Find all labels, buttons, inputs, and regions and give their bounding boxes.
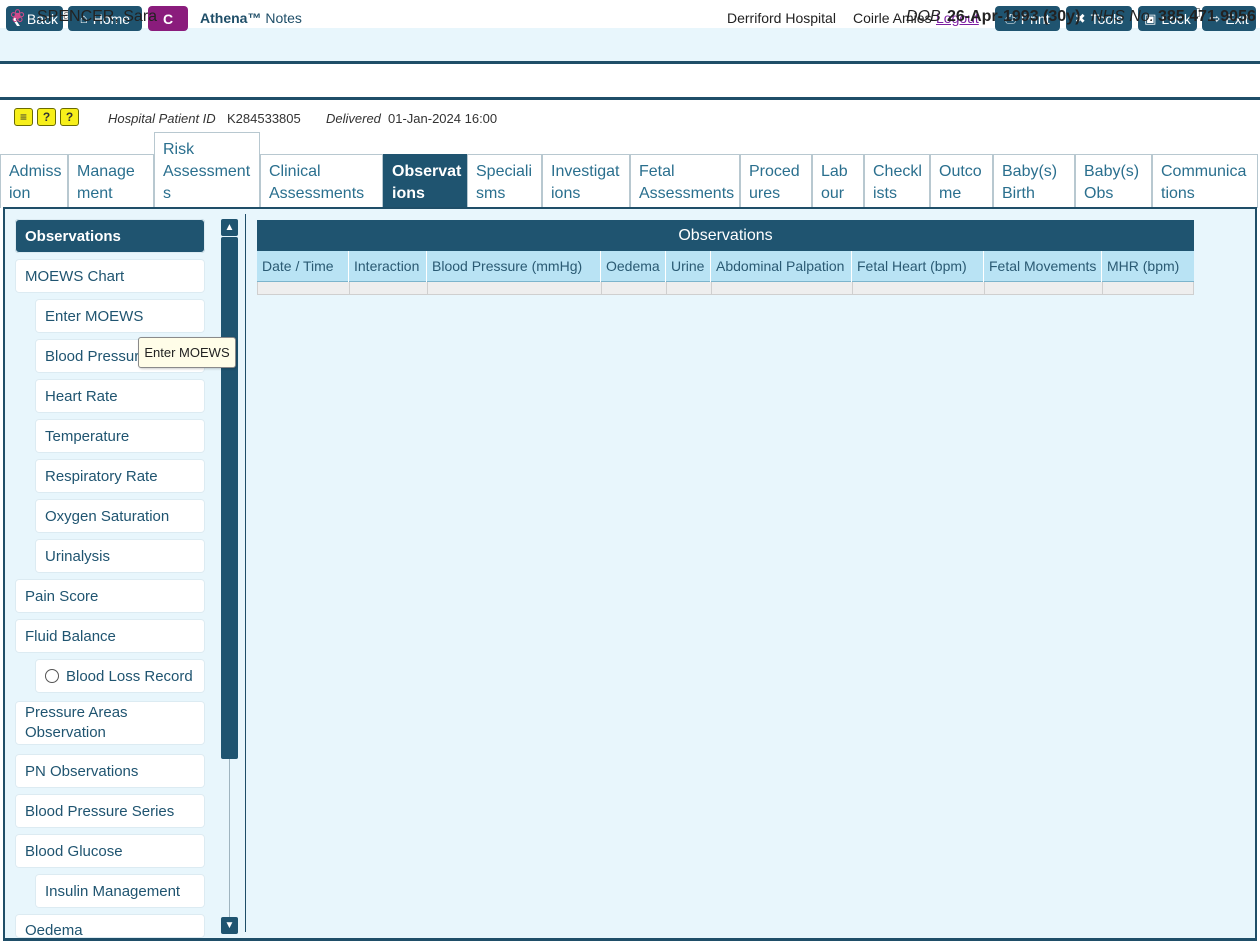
tab-clinical-assessments[interactable]: Clinical Assessments [260, 154, 383, 208]
sidebar-item-blood-loss-record[interactable]: Blood Loss Record [35, 659, 205, 693]
tab-fetal-assessments[interactable]: Fetal Assessments [630, 154, 740, 208]
patient-banner [0, 67, 1260, 100]
delivered-label: Delivered [326, 111, 381, 126]
table-row[interactable] [257, 282, 1194, 295]
sidebar-item-oxygen-saturation[interactable]: Oxygen Saturation [35, 499, 205, 533]
help-icon[interactable]: ? [60, 108, 79, 126]
column-header-interaction[interactable]: Interaction [349, 251, 427, 282]
table-cell [712, 282, 853, 294]
tab-babys-obs[interactable]: Baby(s) Obs [1075, 154, 1152, 208]
tab-outcome[interactable]: Outco me [930, 154, 993, 208]
observations-table-header: Date / Time Interaction Blood Pressure (… [257, 251, 1194, 282]
sidebar-item-oedema[interactable]: Oedema [15, 914, 205, 938]
observations-table-title: Observations [257, 220, 1194, 251]
sidebar-item-fluid-balance[interactable]: Fluid Balance [15, 619, 205, 653]
tooltip: Enter MOEWS [138, 337, 236, 368]
tab-communications[interactable]: Communica tions [1152, 154, 1258, 208]
flower-icon: ❀ [10, 6, 26, 26]
main-toolbar [0, 28, 1260, 64]
sidebar-item-temperature[interactable]: Temperature [35, 419, 205, 453]
tab-procedures[interactable]: Proced ures [740, 154, 812, 208]
tab-observations[interactable]: Observat ions [383, 154, 467, 208]
sidebar-item-heart-rate[interactable]: Heart Rate [35, 379, 205, 413]
table-cell [985, 282, 1103, 294]
sidebar-item-pn-observations[interactable]: PN Observations [15, 754, 205, 788]
column-header-fetal-movements[interactable]: Fetal Movements [984, 251, 1102, 282]
sidebar-item-respiratory-rate[interactable]: Respiratory Rate [35, 459, 205, 493]
sidebar-item-observations[interactable]: Observations [15, 219, 205, 253]
tab-specialisms[interactable]: Speciali sms [467, 154, 542, 208]
column-header-date-time[interactable]: Date / Time [257, 251, 349, 282]
hospital-id: K284533805 [227, 111, 301, 126]
table-cell [667, 282, 712, 294]
table-cell [853, 282, 985, 294]
sidebar-scrollbar-thumb[interactable] [221, 237, 238, 759]
column-header-mhr[interactable]: MHR (bpm) [1102, 251, 1194, 282]
tab-labour[interactable]: Lab our [812, 154, 864, 208]
sidebar-item-blood-glucose[interactable]: Blood Glucose [15, 834, 205, 868]
nhs-number: 385 471 9056 [1158, 8, 1256, 25]
column-header-urine[interactable]: Urine [666, 251, 711, 282]
scroll-down-icon[interactable]: ▼ [221, 917, 238, 934]
dob-value: 26-Apr-1993 (30y) [947, 8, 1081, 25]
sidebar-item-moews-chart[interactable]: MOEWS Chart [15, 259, 205, 293]
tab-checklists[interactable]: Checkl ists [864, 154, 930, 208]
table-cell [602, 282, 667, 294]
table-cell [258, 282, 350, 294]
sidebar-item-urinalysis[interactable]: Urinalysis [35, 539, 205, 573]
tab-investigations[interactable]: Investigat ions [542, 154, 630, 208]
table-cell [350, 282, 428, 294]
column-header-blood-pressure[interactable]: Blood Pressure (mmHg) [427, 251, 601, 282]
patient-name: SPENCER, Sara [37, 8, 158, 25]
help-icon[interactable]: ? [37, 108, 56, 126]
column-header-fetal-heart[interactable]: Fetal Heart (bpm) [852, 251, 984, 282]
tab-risk-assessments[interactable]: Risk Assessment s [154, 132, 260, 208]
alert-list-icon[interactable]: ≡ [14, 108, 33, 126]
hospital-name: Derriford Hospital [727, 10, 836, 26]
sidebar-item-insulin-management[interactable]: Insulin Management [35, 874, 205, 908]
dob-label: DOB [906, 8, 941, 25]
scroll-up-icon[interactable]: ▲ [221, 219, 238, 236]
table-cell [428, 282, 602, 294]
sidebar-item-blood-pressure-series[interactable]: Blood Pressure Series [15, 794, 205, 828]
column-header-oedema[interactable]: Oedema [601, 251, 666, 282]
panel-divider [245, 214, 246, 932]
tab-management[interactable]: Manage ment [68, 154, 154, 208]
column-header-abdominal-palpation[interactable]: Abdominal Palpation [711, 251, 852, 282]
radio-icon[interactable] [45, 669, 59, 683]
delivered-date: 01-Jan-2024 16:00 [388, 111, 498, 126]
hospital-id-label: Hospital Patient ID [108, 111, 216, 126]
tab-babys-birth[interactable]: Baby(s) Birth [993, 154, 1075, 208]
sidebar-item-pain-score[interactable]: Pain Score [15, 579, 205, 613]
tab-admission[interactable]: Admiss ion [0, 154, 68, 208]
app-name: Athena™ Notes [200, 10, 302, 26]
nhs-label: NHS No. [1091, 8, 1155, 25]
sidebar-item-enter-moews[interactable]: Enter MOEWS [35, 299, 205, 333]
sidebar-item-pressure-areas-observation[interactable]: Pressure Areas Observation [15, 701, 205, 745]
